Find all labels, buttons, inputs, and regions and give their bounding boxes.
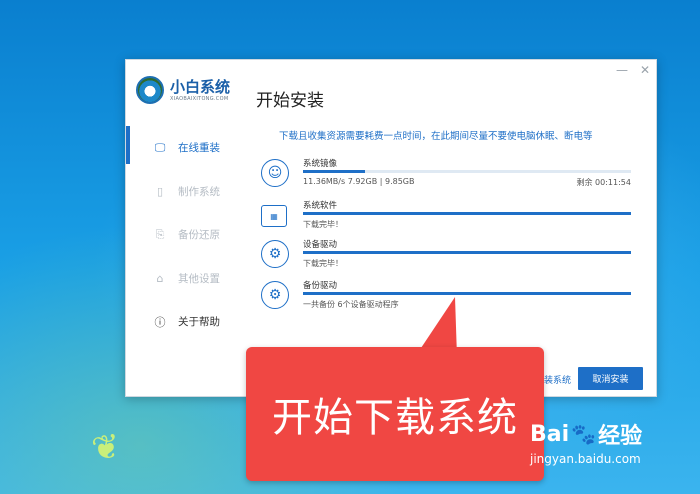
task-system-software: ▦ 系统软件 下载完毕！ bbox=[261, 199, 641, 233]
home-icon: ⌂ bbox=[156, 271, 164, 285]
progress-fill bbox=[303, 170, 366, 173]
progress-fill bbox=[303, 292, 631, 295]
close-icon[interactable]: ✕ bbox=[640, 64, 650, 76]
watermark-brand: Bai bbox=[530, 421, 570, 447]
notice-text: 下载且收集资源需要耗费一点时间，在此期间尽量不要使电脑休眠、断电等 bbox=[279, 131, 593, 142]
smiley-icon: ☺ bbox=[261, 159, 289, 187]
task-system-image: ☺ 系统镜像 11.36MB/s 7.92GB | 9.85GB 剩余 00:1… bbox=[261, 157, 641, 191]
info-icon: ⓘ bbox=[154, 315, 166, 329]
progress-track bbox=[303, 212, 631, 215]
baidu-watermark: Bai 🐾 经验 jingyan.baidu.com bbox=[530, 418, 643, 467]
task-name: 系统软件 bbox=[303, 201, 338, 211]
task-name: 设备驱动 bbox=[303, 240, 338, 250]
progress-fill bbox=[303, 212, 631, 215]
paw-icon: 🐾 bbox=[571, 422, 597, 446]
logo-subtitle: XIAOBAIXITONG.COM bbox=[170, 95, 229, 102]
task-name: 系统镜像 bbox=[303, 159, 338, 169]
sidebar-item-label: 制作系统 bbox=[178, 185, 220, 198]
window-controls: — ✕ bbox=[616, 64, 650, 76]
minimize-icon[interactable]: — bbox=[616, 64, 628, 76]
page-title: 开始安装 bbox=[256, 91, 324, 111]
callout-text: 开始下载系统 bbox=[272, 395, 518, 441]
progress-fill bbox=[303, 251, 631, 254]
sidebar-item-about-help[interactable]: ⓘ 关于帮助 bbox=[126, 300, 241, 344]
task-status: 11.36MB/s 7.92GB | 9.85GB bbox=[303, 177, 415, 186]
sidebar-item-other-settings[interactable]: ⌂ 其他设置 bbox=[126, 257, 241, 301]
sidebar: 🖵 在线重装 ▯ 制作系统 ⎘ 备份还原 ⌂ 其他设置 ⓘ 关于帮助 bbox=[126, 126, 241, 344]
usb-icon: ▯ bbox=[156, 184, 164, 198]
sidebar-item-label: 关于帮助 bbox=[178, 316, 220, 329]
watermark-url: jingyan.baidu.com bbox=[530, 452, 641, 466]
sidebar-item-backup-restore[interactable]: ⎘ 备份还原 bbox=[126, 213, 241, 257]
sidebar-item-online-reinstall[interactable]: 🖵 在线重装 bbox=[126, 126, 241, 170]
gear-icon: ⚙ bbox=[261, 281, 289, 309]
folder-icon: ▦ bbox=[261, 205, 287, 227]
watermark-brand-suffix: 经验 bbox=[598, 424, 643, 449]
sidebar-item-label: 其他设置 bbox=[178, 272, 220, 285]
task-status: 下载完毕！ bbox=[303, 220, 343, 229]
backup-icon: ⎘ bbox=[155, 227, 165, 241]
monitor-icon: 🖵 bbox=[154, 140, 166, 154]
sidebar-item-label: 备份还原 bbox=[178, 229, 220, 242]
progress-track bbox=[303, 292, 631, 295]
sidebar-item-make-system[interactable]: ▯ 制作系统 bbox=[126, 170, 241, 214]
app-logo: 小白系统 XIAOBAIXITONG.COM bbox=[136, 76, 230, 104]
logo-title: 小白系统 bbox=[170, 77, 231, 96]
task-remaining-time: 剩余 00:11:54 bbox=[576, 178, 631, 187]
sidebar-item-label: 在线重装 bbox=[178, 142, 220, 155]
progress-track bbox=[303, 170, 631, 173]
secondary-link[interactable]: 装系统 bbox=[544, 373, 571, 386]
task-status: 下载完毕！ bbox=[303, 259, 343, 268]
progress-track bbox=[303, 251, 631, 254]
callout-banner: 开始下载系统 bbox=[246, 347, 544, 481]
leaf-icon: ❦ bbox=[88, 425, 124, 471]
task-status: 一共备份 6个设备驱动程序 bbox=[303, 300, 399, 309]
task-device-driver: ⚙ 设备驱动 下载完毕！ bbox=[261, 238, 641, 272]
gear-icon: ⚙ bbox=[261, 240, 289, 268]
logo-icon bbox=[136, 76, 164, 104]
task-name: 备份驱动 bbox=[303, 281, 338, 291]
cancel-install-button[interactable]: 取消安装 bbox=[578, 367, 643, 390]
